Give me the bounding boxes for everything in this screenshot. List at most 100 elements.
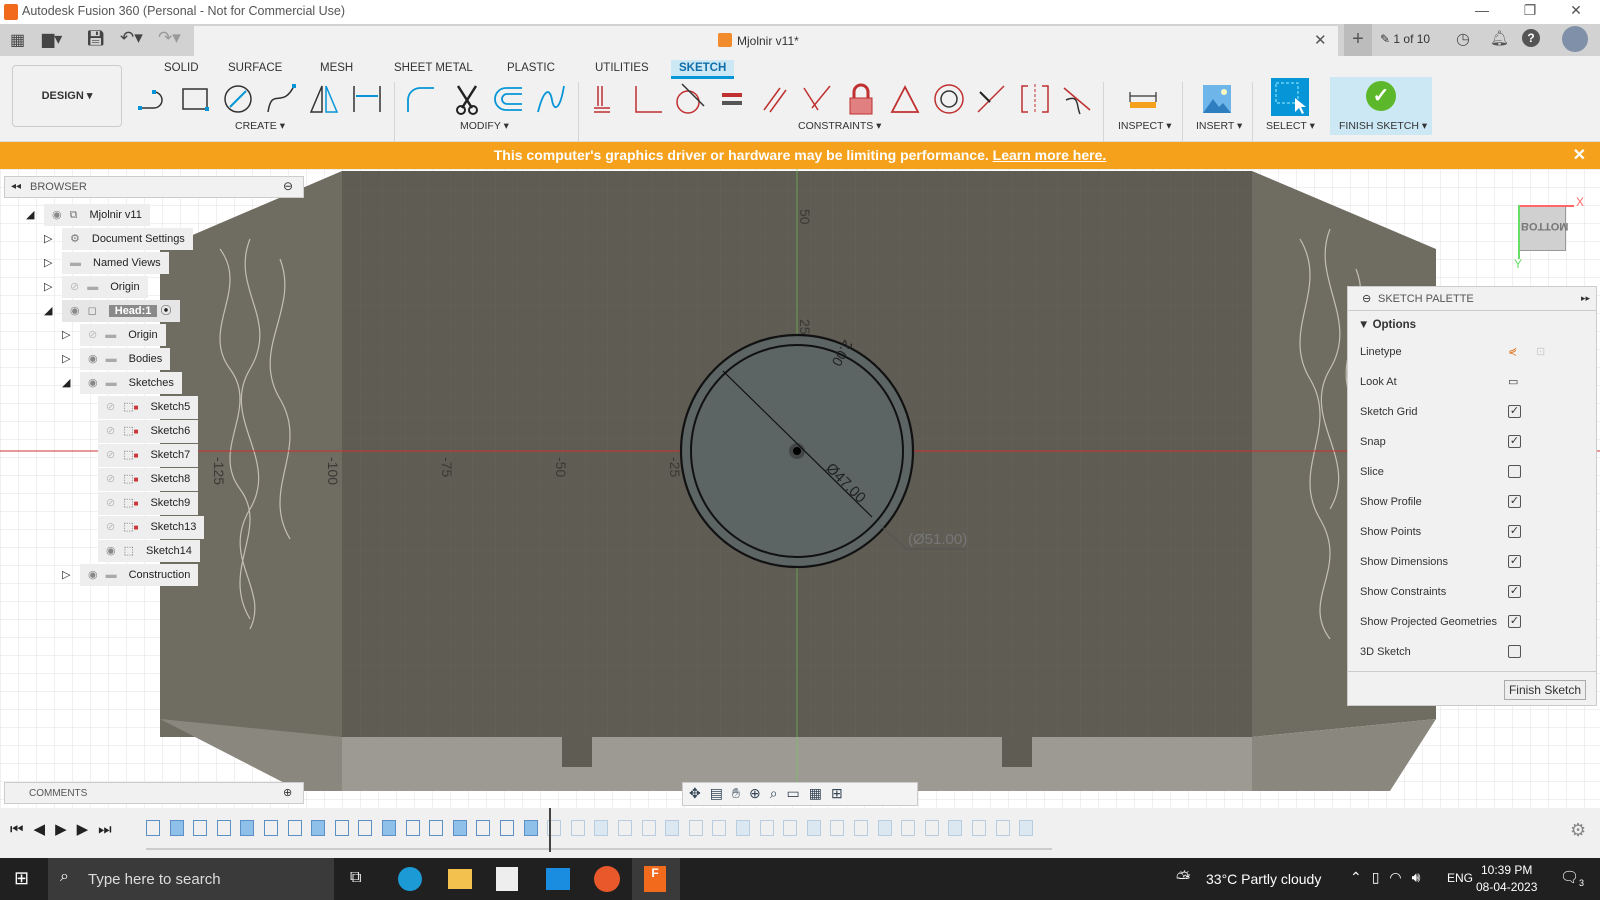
checkbox[interactable]: ✓ <box>1508 405 1521 418</box>
firefox-icon[interactable] <box>594 866 620 892</box>
file-explorer-icon[interactable] <box>448 869 472 889</box>
help-icon[interactable]: ? <box>1522 29 1540 47</box>
finish-sketch-palette-button[interactable]: Finish Sketch <box>1503 680 1586 700</box>
timeline-feature-icon[interactable] <box>854 820 868 836</box>
viewports-icon[interactable]: ⊞ <box>831 785 852 801</box>
triangle-constraint-icon[interactable] <box>888 82 922 116</box>
workspace-switcher[interactable]: DESIGN ▾ <box>12 65 122 127</box>
browser-item[interactable]: ⊘ ⬚■ Sketch9 <box>80 492 199 515</box>
lock-icon[interactable] <box>844 82 878 116</box>
checkbox[interactable]: ✓ <box>1508 615 1521 628</box>
microsoft-store-icon[interactable] <box>496 867 518 891</box>
offset-tool-icon[interactable] <box>492 82 526 116</box>
browser-item[interactable]: ▷ ▬ Named Views <box>44 252 169 274</box>
timeline-feature-icon[interactable] <box>972 820 986 836</box>
checkbox[interactable] <box>1508 645 1521 658</box>
eye-hidden-icon[interactable]: ⊘ <box>106 497 115 509</box>
checkbox[interactable]: ✓ <box>1508 555 1521 568</box>
close-window-button[interactable]: ✕ <box>1556 2 1596 22</box>
eye-hidden-icon[interactable]: ⊘ <box>106 401 115 413</box>
timeline-feature-icon[interactable] <box>783 820 798 836</box>
timeline-settings-gear-icon[interactable]: ⚙ <box>1570 820 1586 841</box>
eye-icon[interactable]: ◉ <box>88 377 98 389</box>
browser-item[interactable]: ◉ ⬚ Sketch14 <box>80 540 200 562</box>
timeline-feature-icon[interactable] <box>618 820 632 836</box>
measure-ruler-icon[interactable] <box>1126 82 1160 116</box>
inspect-menu[interactable]: INSPECT ▾ <box>1118 120 1172 132</box>
constraints-menu[interactable]: CONSTRAINTS ▾ <box>798 120 881 132</box>
options-section[interactable]: ▼ Options <box>1348 311 1596 337</box>
tab-plastic[interactable]: PLASTIC <box>499 60 563 76</box>
tab-solid[interactable]: SOLID <box>156 60 207 76</box>
playback-controls[interactable]: ⏮︎◀▶▶⏭︎ <box>10 820 122 838</box>
timeline-feature-icon[interactable] <box>806 820 821 836</box>
browser-item[interactable]: ▷ ◉ ▬ Construction <box>62 564 199 586</box>
close-tab-icon[interactable]: ✕ <box>1314 31 1327 49</box>
job-status[interactable]: ✎ 1 of 10 <box>1380 32 1430 46</box>
minimize-button[interactable]: — <box>1462 2 1502 22</box>
timeline-feature-icon[interactable] <box>240 820 255 836</box>
timeline-feature-icon[interactable] <box>995 820 1010 836</box>
collapsed-arrow-icon[interactable]: ▷ <box>62 564 80 586</box>
tab-sketch[interactable]: SKETCH <box>671 60 735 79</box>
timeline-feature-icon[interactable] <box>264 820 278 836</box>
timeline-feature-icon[interactable] <box>476 820 491 836</box>
timeline-feature-icon[interactable] <box>1019 820 1034 836</box>
grid-settings-icon[interactable]: ▦ <box>809 785 831 801</box>
zoom-icon[interactable]: ⊕ <box>749 785 770 801</box>
timeline-feature-icon[interactable] <box>712 820 727 836</box>
browser-item[interactable]: ◢ ◉ ▬ Sketches <box>62 372 182 394</box>
perpendicular-constraint-icon[interactable] <box>630 82 664 116</box>
expanded-arrow-icon[interactable]: ◢ <box>26 204 44 226</box>
checkbox[interactable]: ✓ <box>1508 585 1521 598</box>
timeline-marker[interactable] <box>549 808 551 852</box>
pan-hand-icon[interactable]: ✋︎ <box>732 785 749 801</box>
orbit-icon[interactable]: ✥ <box>689 785 710 801</box>
insert-image-icon[interactable] <box>1200 82 1234 116</box>
eye-hidden-icon[interactable]: ⊘ <box>106 473 115 485</box>
timeline-feature-icon[interactable] <box>877 820 892 836</box>
curvature-constraint-icon[interactable] <box>1060 82 1094 116</box>
spline-tool-icon[interactable] <box>264 82 298 116</box>
taskbar-search[interactable]: ⌕ Type here to search <box>48 858 334 900</box>
minimize-palette-icon[interactable]: ⊖ <box>1362 292 1371 305</box>
eye-hidden-icon[interactable]: ⊘ <box>106 425 115 437</box>
browser-item[interactable]: ⊘ ⬚■ Sketch7 <box>80 444 199 467</box>
fit-icon[interactable]: ⌕ <box>770 785 787 801</box>
timeline-feature-icon[interactable] <box>570 820 585 836</box>
collapsed-arrow-icon[interactable]: ▷ <box>62 324 80 346</box>
minimize-panel-icon[interactable]: ⊖ <box>283 179 293 193</box>
browser-item[interactable]: ⊘ ⬚■ Sketch13 <box>80 516 205 539</box>
look-at-icon[interactable]: ▭ <box>1508 367 1518 397</box>
tab-mesh[interactable]: MESH <box>312 60 361 76</box>
navigation-toolbar[interactable]: ✥▤✋︎⊕⌕▭▦⊞ <box>682 782 918 806</box>
browser-item[interactable]: ⊘ ⬚■ Sketch6 <box>80 420 199 443</box>
sketch-scale-icon[interactable] <box>534 82 568 116</box>
timeline-feature-icon[interactable] <box>948 820 963 836</box>
create-menu[interactable]: CREATE ▾ <box>235 120 285 132</box>
timeline-feature-icon[interactable] <box>169 820 184 836</box>
activate-radio-icon[interactable]: ⦿ <box>161 305 172 317</box>
timeline-feature-icon[interactable] <box>216 820 231 836</box>
concentric-constraint-icon[interactable] <box>932 82 966 116</box>
mail-icon[interactable] <box>546 868 570 890</box>
timeline-feature-icon[interactable] <box>358 820 373 836</box>
browser-item[interactable]: ▷ ⊘ ▬ Origin <box>44 276 148 298</box>
browser-item[interactable]: ◢ ◉ ⧉ Mjolnir v11 <box>26 204 150 226</box>
expand-palette-icon[interactable]: ▸▸ <box>1581 293 1590 304</box>
timeline-feature-icon[interactable] <box>523 820 538 836</box>
tab-surface[interactable]: SURFACE <box>220 60 290 76</box>
eye-icon[interactable]: ◉ <box>88 569 98 581</box>
trim-scissors-icon[interactable] <box>450 82 484 116</box>
timeline-feature-icon[interactable] <box>688 820 703 836</box>
file-menu-icon[interactable]: ▆▾ <box>42 29 62 49</box>
collapsed-arrow-icon[interactable]: ▷ <box>44 276 62 298</box>
eye-hidden-icon[interactable]: ⊘ <box>88 329 97 341</box>
windows-start-icon[interactable]: ⊞ <box>14 868 29 889</box>
line-tool-icon[interactable] <box>136 82 170 116</box>
fillet-tool-icon[interactable] <box>404 82 438 116</box>
eye-icon[interactable]: ◉ <box>52 209 62 221</box>
fix-constraint-icon[interactable] <box>588 82 622 116</box>
centerline-linetype-icon[interactable]: ⊡ <box>1536 337 1545 367</box>
display-settings-icon[interactable]: ▭ <box>787 785 809 801</box>
